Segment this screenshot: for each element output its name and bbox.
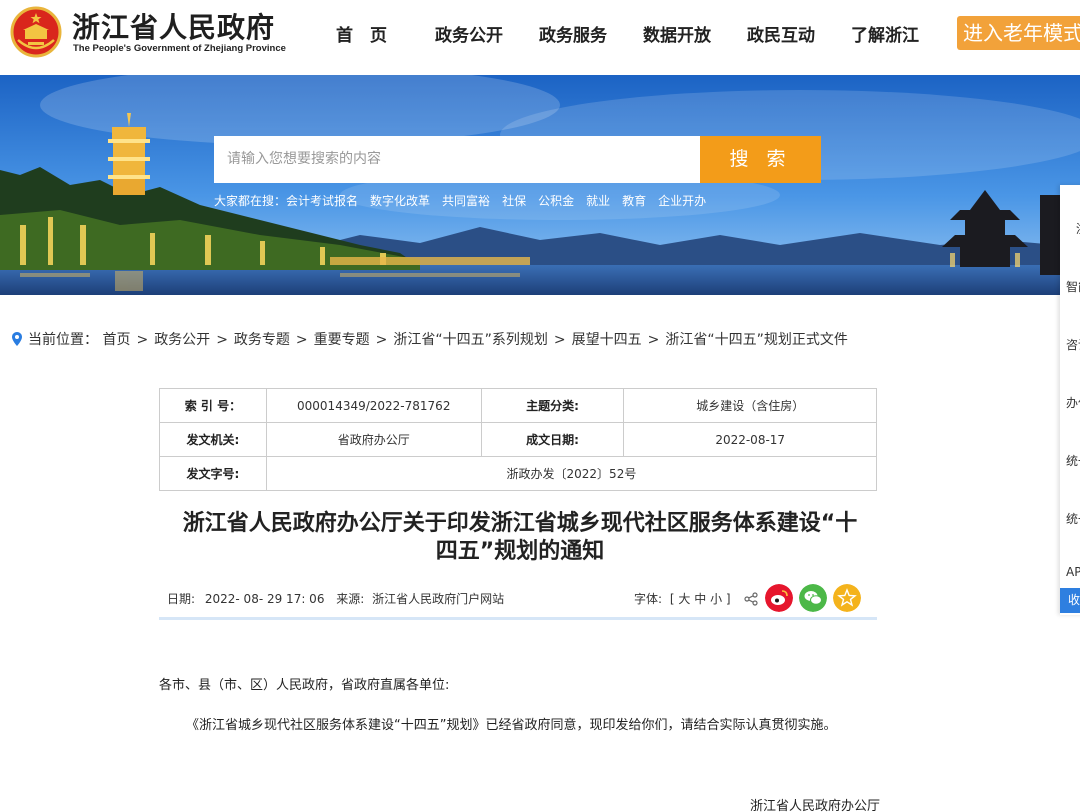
- breadcrumb-label: 当前位置：: [28, 332, 98, 348]
- table-row: 发文字号: 浙政办发〔2022〕52号: [159, 456, 878, 491]
- breadcrumb-item[interactable]: 首页: [102, 332, 130, 348]
- hot-search-item[interactable]: 社保: [502, 194, 526, 208]
- elder-mode-button[interactable]: 进入老年模式: [957, 16, 1080, 50]
- side-panel-item[interactable]: 咨询: [1066, 336, 1080, 353]
- font-size-small-button[interactable]: 小: [710, 592, 722, 606]
- nav-item-open-data[interactable]: 数据开放: [643, 21, 711, 46]
- breadcrumb-item[interactable]: 政务公开: [154, 332, 210, 348]
- table-row: 索 引 号： 000014349/2022-781762 主题分类: 城乡建设（…: [159, 388, 877, 423]
- search-button[interactable]: 搜 索: [700, 136, 821, 183]
- weibo-share-icon[interactable]: [765, 584, 793, 612]
- meta-label: 成文日期:: [480, 422, 625, 457]
- article-salutation: 各市、县（市、区）人民政府，省政府直属各单位:: [159, 678, 450, 693]
- west-lake-night-scene: [0, 75, 1080, 295]
- meta-label: 发文字号:: [159, 456, 267, 491]
- article-meta: 日期: 2022- 08- 29 17: 06 来源: 浙江省人民政府门户网站: [167, 590, 504, 607]
- document-meta-table: 索 引 号： 000014349/2022-781762 主题分类: 城乡建设（…: [159, 388, 878, 491]
- site-title[interactable]: 浙江省人民政府: [72, 6, 275, 46]
- breadcrumb-item[interactable]: 重要专题: [314, 332, 370, 348]
- hot-search-item[interactable]: 公积金: [538, 194, 574, 208]
- wechat-share-icon[interactable]: [799, 584, 827, 612]
- font-size-medium-button[interactable]: 中: [694, 592, 706, 606]
- hot-search-item[interactable]: 企业开办: [658, 194, 706, 208]
- side-panel-item[interactable]: 统一: [1066, 510, 1080, 527]
- hot-search-item[interactable]: 会计考试报名: [286, 194, 358, 208]
- meta-label: 发文机关:: [159, 422, 267, 457]
- nav-item-about-zhejiang[interactable]: 了解浙江: [851, 21, 919, 46]
- meta-value: 2022-08-17: [623, 422, 877, 457]
- breadcrumb-item-current[interactable]: 浙江省“十四五”规划正式文件: [665, 332, 848, 348]
- nav-item-home[interactable]: 首 页: [336, 21, 387, 46]
- side-panel-item[interactable]: 智能: [1066, 278, 1080, 295]
- search-input[interactable]: 请输入您想要搜索的内容: [214, 136, 700, 183]
- font-size-control: 字体: [ 大 中 小 ]: [634, 590, 731, 607]
- breadcrumb-separator: >: [647, 332, 660, 348]
- article-signature: 浙江省人民政府办公厅: [750, 799, 881, 812]
- hot-search-item[interactable]: 共同富裕: [442, 194, 490, 208]
- font-size-large-button[interactable]: 大: [678, 592, 690, 606]
- hot-search-item[interactable]: 教育: [622, 194, 646, 208]
- hot-search-bar: 大家都在搜：会计考试报名 数字化改革 共同富裕 社保 公积金 就业 教育 企业开办: [214, 192, 718, 209]
- hot-search-item[interactable]: 就业: [586, 194, 610, 208]
- font-size-label: 字体:: [634, 592, 663, 606]
- source-value: 浙江省人民政府门户网站: [372, 592, 505, 606]
- meta-value: 城乡建设（含住房）: [623, 388, 877, 423]
- font-bracket: ]: [725, 592, 731, 606]
- side-panel-collapse-button[interactable]: 收: [1060, 588, 1080, 613]
- breadcrumb-separator: >: [136, 332, 149, 348]
- meta-value: 000014349/2022-781762: [265, 388, 482, 423]
- breadcrumb-separator: >: [216, 332, 228, 348]
- side-panel-item[interactable]: 浙: [1076, 220, 1080, 237]
- date-label: 日期:: [167, 592, 196, 606]
- site-header: 浙江省人民政府 The People's Government of Zheji…: [0, 0, 1080, 72]
- nav-item-interaction[interactable]: 政民互动: [747, 21, 815, 46]
- meta-label: 索 引 号：: [159, 388, 267, 423]
- breadcrumb: 当前位置： 首页 > 政务公开 > 政务专题 > 重要专题 > 浙江省“十四五”系列规划 > 展望十…: [12, 329, 848, 349]
- hero-banner: [0, 75, 1080, 295]
- article-paragraph: 《浙江省城乡现代社区服务体系建设“十四五”规划》已经省政府同意，现印发给你们，请…: [186, 718, 837, 733]
- share-icon[interactable]: [744, 592, 758, 606]
- breadcrumb-separator: >: [295, 332, 308, 348]
- article-info-bar: 日期: 2022- 08- 29 17: 06 来源: 浙江省人民政府门户网站 …: [159, 578, 877, 620]
- national-emblem-icon[interactable]: [10, 6, 62, 58]
- breadcrumb-separator: >: [553, 332, 566, 348]
- breadcrumb-item[interactable]: 展望十四五: [572, 332, 642, 348]
- hot-search-label: 大家都在搜：: [214, 194, 287, 208]
- article-title: 浙江省人民政府办公厅关于印发浙江省城乡现代社区服务体系建设“十四五”规划的通知: [182, 511, 858, 564]
- meta-value: 省政府办公厅: [265, 422, 482, 457]
- location-pin-icon: [12, 332, 22, 346]
- breadcrumb-item[interactable]: 政务专题: [234, 332, 290, 348]
- table-row: 发文机关: 省政府办公厅 成文日期: 2022-08-17: [159, 422, 877, 457]
- nav-item-gov-affairs-open[interactable]: 政务公开: [435, 21, 503, 46]
- meta-value: 浙政办发〔2022〕52号: [265, 456, 878, 491]
- source-label: 来源:: [336, 592, 365, 606]
- side-panel-item[interactable]: 办件: [1066, 394, 1080, 411]
- side-panel-item[interactable]: 统一: [1066, 452, 1080, 469]
- publish-date: 2022- 08- 29 17: 06: [204, 592, 325, 606]
- site-subtitle: The People's Government of Zhejiang Prov…: [73, 43, 286, 54]
- meta-label: 主题分类:: [480, 388, 625, 423]
- nav-item-gov-services[interactable]: 政务服务: [539, 21, 607, 46]
- breadcrumb-separator: >: [375, 332, 388, 348]
- breadcrumb-item[interactable]: 浙江省“十四五”系列规划: [393, 332, 548, 348]
- side-panel-item[interactable]: AP: [1066, 565, 1080, 579]
- favorite-star-icon[interactable]: [833, 584, 861, 612]
- font-bracket: [: [669, 592, 675, 606]
- hot-search-item[interactable]: 数字化改革: [370, 194, 430, 208]
- floating-side-panel: 浙 智能 咨询 办件 统一 统一 AP 收: [1060, 185, 1080, 615]
